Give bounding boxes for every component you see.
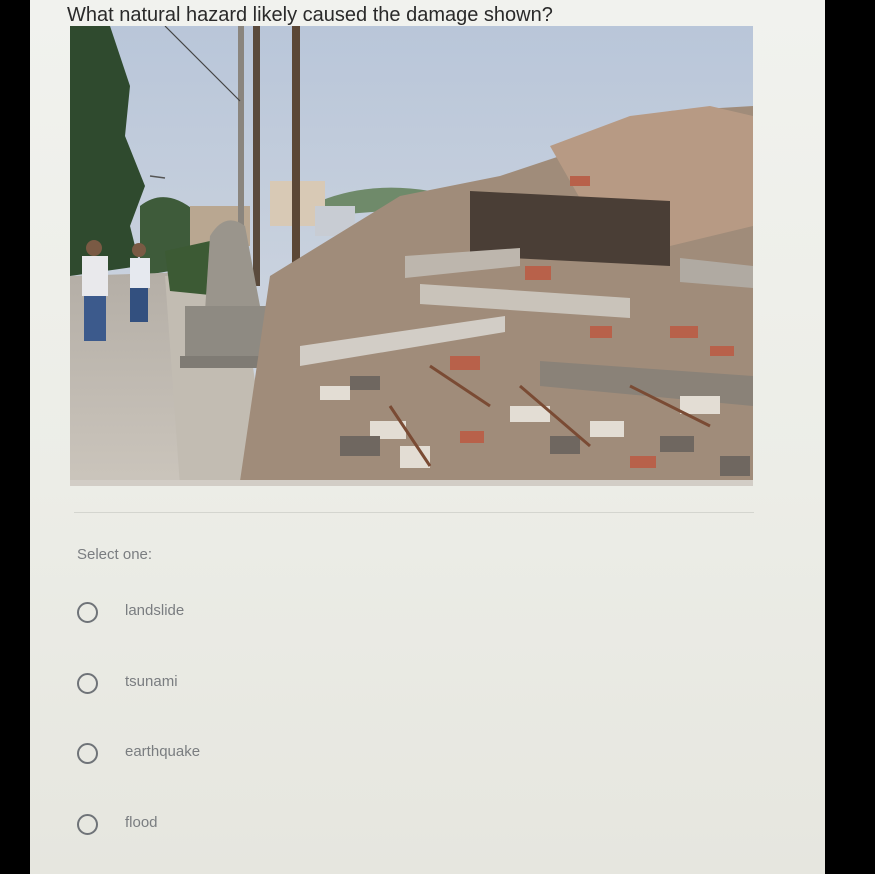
option-label: tsunami xyxy=(125,673,178,690)
quiz-screen: What natural hazard likely caused the da… xyxy=(30,0,825,874)
select-one-label: Select one: xyxy=(77,546,153,563)
option-label: flood xyxy=(125,814,158,831)
option-flood[interactable]: flood xyxy=(77,810,377,840)
option-landslide[interactable]: landslide xyxy=(77,598,377,628)
damage-photo xyxy=(70,26,753,486)
radio-button-icon[interactable] xyxy=(77,602,98,623)
divider xyxy=(74,512,754,513)
radio-button-icon[interactable] xyxy=(77,743,98,764)
question-text: What natural hazard likely caused the da… xyxy=(67,4,553,26)
option-tsunami[interactable]: tsunami xyxy=(77,669,377,699)
option-label: earthquake xyxy=(125,743,201,760)
radio-button-icon[interactable] xyxy=(77,673,98,694)
option-earthquake[interactable]: earthquake xyxy=(77,739,377,769)
radio-button-icon[interactable] xyxy=(77,814,98,835)
option-label: landslide xyxy=(125,602,185,619)
